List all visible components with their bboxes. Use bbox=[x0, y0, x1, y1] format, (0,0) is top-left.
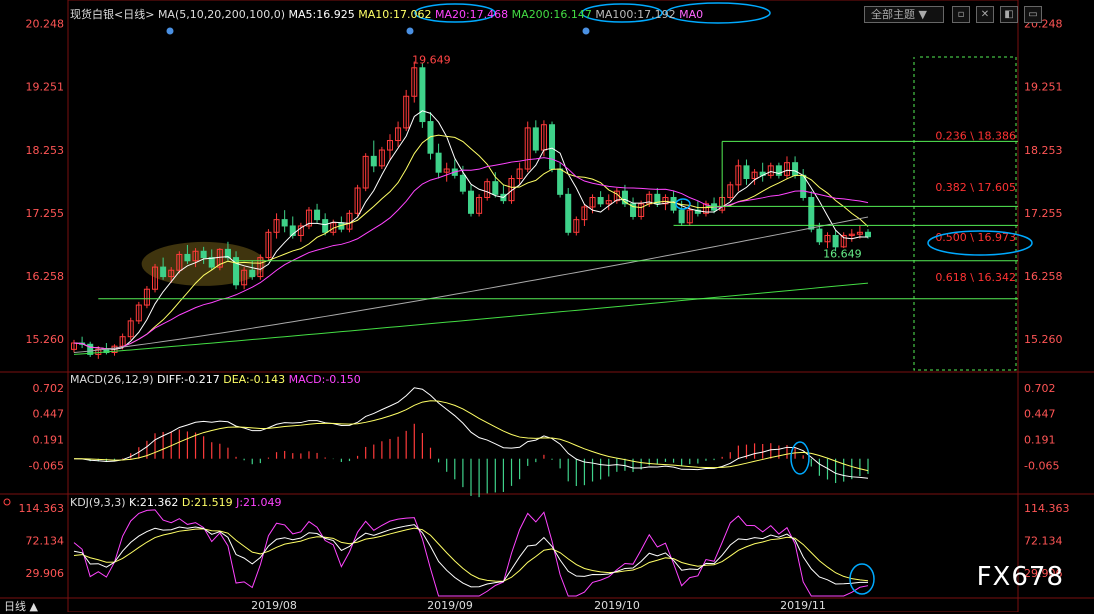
event-marker bbox=[166, 27, 174, 35]
macd-dea: DEA:-0.143 bbox=[223, 373, 286, 386]
candle-body bbox=[597, 196, 604, 205]
kdj-d: D:21.519 bbox=[181, 496, 233, 509]
chart-header: 现货白银<日线> MA(5,10,20,200,100,0) MA5:16.92… bbox=[70, 6, 703, 22]
price-tick-left: 16.258 bbox=[26, 270, 65, 283]
kdj-j: J:21.049 bbox=[236, 496, 282, 509]
ma0-value: MA0 bbox=[679, 8, 704, 21]
high-label: 19.649 bbox=[412, 54, 451, 67]
kdj-label: KDJ(9,3,3) bbox=[70, 496, 126, 509]
kdj-k-line bbox=[73, 524, 869, 588]
event-marker bbox=[582, 27, 590, 35]
candle-body bbox=[427, 121, 434, 154]
x-axis-label: 2019/09 bbox=[427, 599, 473, 612]
kdj-header: KDJ(9,3,3) K:21.362 D:21.519 J:21.049 bbox=[70, 496, 282, 509]
tool-button-1[interactable]: ▫ bbox=[952, 6, 970, 23]
kdj-k: K:21.362 bbox=[129, 496, 179, 509]
candle-body bbox=[492, 181, 499, 195]
candle-body bbox=[532, 127, 539, 151]
macd-header: MACD(26,12,9) DIFF:-0.217 DEA:-0.143 MAC… bbox=[70, 373, 361, 386]
price-tick-right: 18.253 bbox=[1024, 144, 1063, 157]
candle-body bbox=[832, 234, 839, 248]
fib-label: 0.382 \ 17.605 bbox=[935, 181, 1016, 194]
tool-button-4[interactable]: ▭ bbox=[1024, 6, 1042, 23]
candle-body bbox=[281, 219, 288, 227]
candle-body bbox=[208, 257, 215, 268]
candle-body bbox=[743, 165, 750, 180]
candle-body bbox=[160, 266, 167, 278]
ma-params: MA(5,10,20,200,100,0) bbox=[157, 8, 286, 21]
price-tick-left: 19.251 bbox=[26, 81, 65, 94]
macd-tick-right: 0.447 bbox=[1024, 408, 1056, 421]
theme-select[interactable]: 全部主题 ▼ bbox=[864, 6, 944, 23]
macd-highlight-ring bbox=[790, 441, 810, 475]
kdj-tick-right: 72.134 bbox=[1024, 535, 1063, 548]
macd-tick-right: 0.191 bbox=[1024, 433, 1056, 446]
price-tick-right: 15.260 bbox=[1024, 333, 1063, 346]
candle-body bbox=[200, 250, 207, 259]
ma5-line bbox=[73, 110, 869, 350]
macd-value: MACD:-0.150 bbox=[288, 373, 361, 386]
price-tick-left: 15.260 bbox=[26, 333, 65, 346]
candle-body bbox=[435, 152, 442, 173]
projection-box bbox=[913, 56, 1017, 371]
plot-frame bbox=[67, 0, 1019, 612]
candle-body bbox=[549, 124, 556, 170]
candle-body bbox=[816, 228, 823, 243]
ma200-line bbox=[73, 282, 869, 355]
price-tick-left: 18.253 bbox=[26, 144, 65, 157]
event-marker bbox=[406, 27, 414, 35]
price-tick-right: 17.255 bbox=[1024, 207, 1063, 220]
tool-button-2[interactable]: ✕ bbox=[976, 6, 994, 23]
chart-canvas[interactable]: 20.248 20.24819.251 19.25118.253 18.25317.2… bbox=[0, 0, 1094, 612]
candle-body bbox=[419, 67, 426, 123]
kdj-tick-left: 72.134 bbox=[26, 535, 65, 548]
instrument-label: 现货白银<日线> bbox=[70, 8, 155, 21]
price-tick-right: 16.258 bbox=[1024, 270, 1063, 283]
macd-label: MACD(26,12,9) bbox=[70, 373, 154, 386]
macd-diff: DIFF:-0.217 bbox=[157, 373, 220, 386]
ma20-value: MA20:17.468 bbox=[434, 8, 509, 21]
price-tick-right: 19.251 bbox=[1024, 81, 1063, 94]
ma100-value: MA100:17.192 bbox=[595, 8, 676, 21]
candle-body bbox=[467, 190, 475, 214]
price-tick-left: 20.248 bbox=[26, 18, 65, 31]
kdj-tick-right: 114.363 bbox=[1024, 502, 1070, 515]
candle-body bbox=[678, 209, 685, 224]
kdj-j-line bbox=[73, 509, 869, 597]
candle-body bbox=[557, 168, 564, 195]
candle-body bbox=[322, 219, 329, 233]
candle-body bbox=[565, 193, 572, 233]
ma200-value: MA200:16.147 bbox=[511, 8, 592, 21]
ma5-value: MA5:16.925 bbox=[288, 8, 355, 21]
candle-body bbox=[249, 269, 256, 278]
x-axis-label: 2019/11 bbox=[780, 599, 826, 612]
macd-tick-right: -0.065 bbox=[1024, 459, 1059, 472]
candle-body bbox=[370, 155, 377, 167]
macd-tick-left: 0.191 bbox=[33, 433, 65, 446]
candle-body bbox=[864, 231, 872, 238]
macd-tick-left: -0.065 bbox=[29, 459, 64, 472]
fib-label: 0.618 \ 16.342 bbox=[935, 271, 1016, 284]
fib-label: 0.236 \ 18.386 bbox=[935, 129, 1016, 142]
candle-body bbox=[314, 209, 321, 221]
candle-body bbox=[808, 196, 815, 230]
macd-tick-left: 0.702 bbox=[33, 382, 65, 395]
candle-body bbox=[184, 253, 191, 262]
panel-marker bbox=[3, 498, 11, 506]
tool-button-3[interactable]: ◧ bbox=[1000, 6, 1018, 23]
kdj-tick-left: 114.363 bbox=[19, 502, 65, 515]
price-tick-left: 17.255 bbox=[26, 207, 65, 220]
candle-body bbox=[792, 162, 799, 176]
kdj-d-line bbox=[73, 527, 869, 582]
x-axis-label: 2019/10 bbox=[594, 599, 640, 612]
candle-body bbox=[459, 174, 466, 192]
ma10-value: MA10:17.062 bbox=[358, 8, 432, 21]
kdj-tick-left: 29.906 bbox=[26, 567, 65, 580]
macd-tick-left: 0.447 bbox=[33, 408, 65, 421]
x-axis-label: 2019/08 bbox=[251, 599, 297, 612]
low-label: 16.649 bbox=[823, 247, 862, 260]
macd-tick-right: 0.702 bbox=[1024, 382, 1056, 395]
watermark: FX678 bbox=[976, 562, 1064, 592]
